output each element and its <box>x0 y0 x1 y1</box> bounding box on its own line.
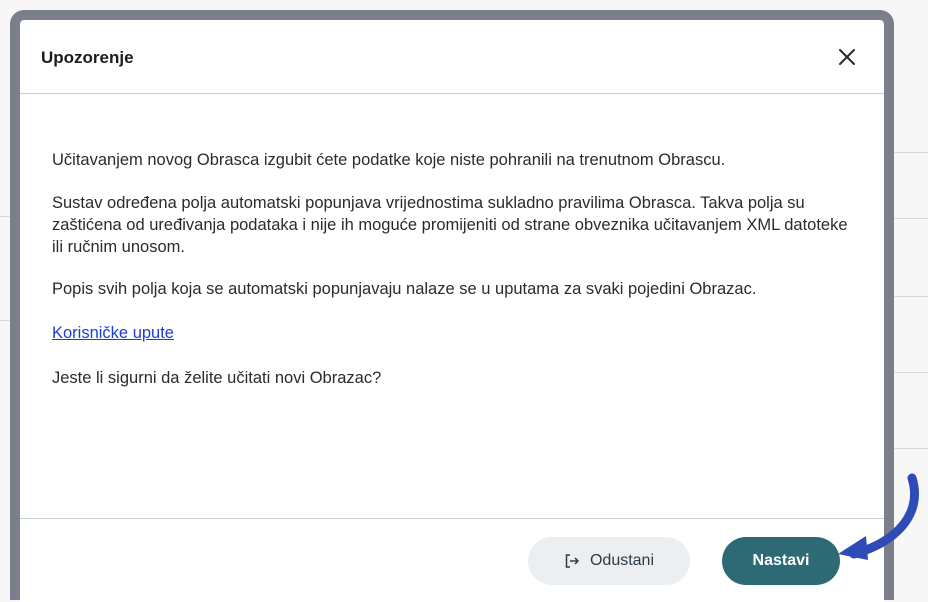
curved-arrow-icon <box>838 473 919 560</box>
screen: Upozorenje Učitavanjem novog Obrasca izg… <box>0 0 928 602</box>
close-button[interactable] <box>836 46 858 68</box>
continue-button-label: Nastavi <box>752 552 810 569</box>
continue-button[interactable]: Nastavi <box>722 537 840 585</box>
dialog-body: Učitavanjem novog Obrasca izgubit ćete p… <box>52 149 852 405</box>
close-icon <box>839 49 855 65</box>
user-guide-link[interactable]: Korisničke upute <box>52 324 174 342</box>
dialog-header: Upozorenje <box>20 20 884 94</box>
confirm-question: Jeste li sigurni da želite učitati novi … <box>52 369 382 387</box>
warning-dialog: Upozorenje Učitavanjem novog Obrasca izg… <box>20 20 884 602</box>
warning-paragraph: Učitavanjem novog Obrasca izgubit ćete p… <box>52 151 726 169</box>
info-paragraph: Sustav određena polja automatski popunja… <box>52 194 848 256</box>
cancel-button[interactable]: Odustani <box>528 537 690 585</box>
list-info-paragraph: Popis svih polja koja se automatski popu… <box>52 280 757 298</box>
cancel-button-label: Odustani <box>589 552 655 569</box>
dialog-title: Upozorenje <box>41 48 134 67</box>
dialog-footer-divider <box>20 518 884 519</box>
sign-out-icon <box>565 554 580 568</box>
